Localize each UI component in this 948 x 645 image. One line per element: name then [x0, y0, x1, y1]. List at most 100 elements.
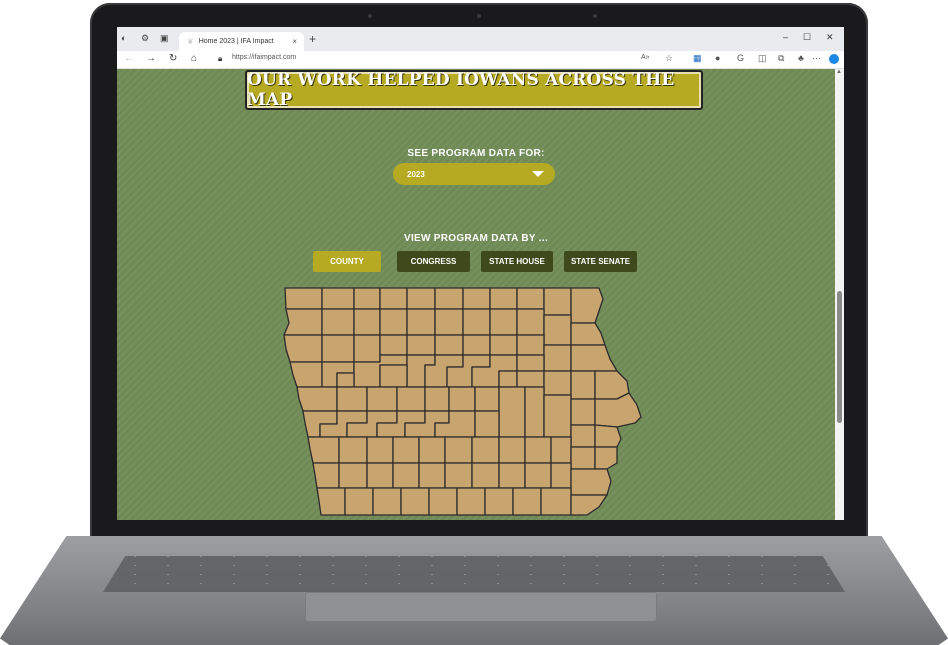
close-window-button[interactable]: ✕ [826, 32, 834, 43]
county-shape[interactable] [406, 287, 436, 310]
county-shape[interactable] [489, 308, 518, 336]
county-shape[interactable] [456, 487, 486, 516]
county-shape[interactable] [379, 364, 408, 388]
county-shape[interactable] [283, 308, 323, 336]
county-shape[interactable] [524, 436, 552, 464]
county-shape[interactable] [444, 436, 473, 464]
county-shape[interactable] [594, 446, 618, 470]
edge-copilot-icon[interactable] [829, 54, 839, 64]
county-shape[interactable] [392, 436, 420, 464]
county-shape[interactable] [321, 287, 355, 310]
county-shape[interactable] [366, 386, 398, 412]
tab-close-icon[interactable]: × [292, 37, 297, 46]
county-shape[interactable] [543, 287, 572, 316]
county-shape[interactable] [366, 462, 394, 489]
county-shape[interactable] [543, 314, 572, 346]
county-shape[interactable] [400, 487, 430, 516]
county-shape[interactable] [353, 308, 381, 336]
year-dropdown[interactable]: 2023 [393, 163, 555, 185]
county-shape[interactable] [379, 287, 408, 310]
extension-icon[interactable]: ▦ [693, 53, 702, 64]
collections-icon[interactable]: ⧉ [778, 53, 784, 64]
maximize-button[interactable]: ☐ [803, 32, 811, 43]
county-shape[interactable] [474, 386, 500, 412]
tab-home[interactable]: ❦ Home 2023 | IFA Impact × [179, 32, 304, 51]
county-shape[interactable] [474, 410, 500, 438]
county-shape[interactable] [570, 468, 612, 496]
county-shape[interactable] [418, 462, 446, 489]
county-shape[interactable] [353, 334, 381, 363]
county-shape[interactable] [570, 494, 608, 516]
county-shape[interactable] [543, 370, 572, 396]
new-tab-button[interactable]: + [309, 32, 316, 46]
split-screen-icon[interactable]: ◫ [758, 53, 767, 64]
url-text[interactable]: https://ifaimpact.com [232, 54, 296, 61]
county-shape[interactable] [489, 287, 518, 310]
county-shape[interactable] [462, 334, 491, 356]
county-shape[interactable] [418, 436, 446, 464]
scrollbar[interactable]: ▲ [835, 69, 844, 520]
county-shape[interactable] [338, 462, 368, 489]
workspaces-icon[interactable]: ⚙ [141, 33, 149, 44]
county-shape[interactable] [296, 386, 338, 412]
county-shape[interactable] [471, 436, 500, 464]
county-shape[interactable] [498, 370, 518, 388]
county-shape[interactable] [512, 487, 542, 516]
county-shape[interactable] [594, 370, 630, 400]
iowa-county-map[interactable] [277, 287, 667, 520]
county-shape[interactable] [471, 462, 500, 489]
county-shape[interactable] [498, 462, 526, 489]
county-shape[interactable] [336, 386, 368, 412]
county-shape[interactable] [406, 308, 436, 336]
county-shape[interactable] [406, 334, 436, 356]
extension-circle-icon[interactable]: ● [715, 53, 720, 63]
county-shape[interactable] [550, 462, 572, 489]
forward-icon[interactable]: → [146, 53, 156, 64]
county-shape[interactable] [498, 386, 526, 438]
county-shape[interactable] [462, 308, 491, 336]
county-shape[interactable] [379, 334, 408, 356]
county-shape[interactable] [284, 287, 323, 310]
county-shape[interactable] [434, 334, 464, 356]
county-shape[interactable] [336, 372, 355, 388]
tab-actions-icon[interactable]: ▣ [160, 33, 169, 44]
county-shape[interactable] [543, 344, 572, 372]
back-icon[interactable]: ← [124, 53, 134, 64]
county-shape[interactable] [344, 487, 374, 516]
read-aloud-icon[interactable]: A» [641, 54, 650, 61]
county-shape[interactable] [312, 462, 340, 489]
county-button[interactable]: COUNTY [313, 251, 381, 272]
county-shape[interactable] [462, 287, 491, 310]
county-shape[interactable] [516, 354, 545, 372]
state-senate-button[interactable]: STATE SENATE [564, 251, 637, 272]
county-shape[interactable] [396, 386, 426, 412]
county-shape[interactable] [379, 308, 408, 336]
congress-button[interactable]: CONGRESS [397, 251, 470, 272]
county-shape[interactable] [543, 394, 572, 438]
county-shape[interactable] [283, 334, 323, 363]
county-shape[interactable] [524, 386, 545, 438]
county-shape[interactable] [372, 487, 402, 516]
county-shape[interactable] [570, 344, 618, 372]
copilot-icon[interactable]: ♣ [798, 53, 804, 63]
county-shape[interactable] [570, 446, 596, 470]
county-shape[interactable] [321, 334, 355, 363]
county-shape[interactable] [516, 334, 545, 356]
lock-icon[interactable]: 🔒︎ [218, 54, 222, 64]
county-shape[interactable] [524, 462, 552, 489]
county-shape[interactable] [550, 436, 572, 464]
county-shape[interactable] [570, 322, 606, 346]
extension-g-icon[interactable]: G [737, 53, 744, 63]
county-shape[interactable] [498, 436, 526, 464]
scroll-up-icon[interactable]: ▲ [836, 69, 842, 75]
county-shape[interactable] [289, 361, 323, 388]
county-shape[interactable] [570, 370, 596, 400]
county-shape[interactable] [594, 424, 622, 448]
county-shape[interactable] [540, 487, 572, 516]
county-shape[interactable] [516, 308, 545, 336]
favorite-star-icon[interactable]: ☆ [665, 53, 673, 64]
county-shape[interactable] [338, 436, 368, 464]
county-shape[interactable] [434, 287, 464, 310]
county-shape[interactable] [516, 287, 545, 310]
refresh-icon[interactable]: ↻ [169, 53, 177, 64]
